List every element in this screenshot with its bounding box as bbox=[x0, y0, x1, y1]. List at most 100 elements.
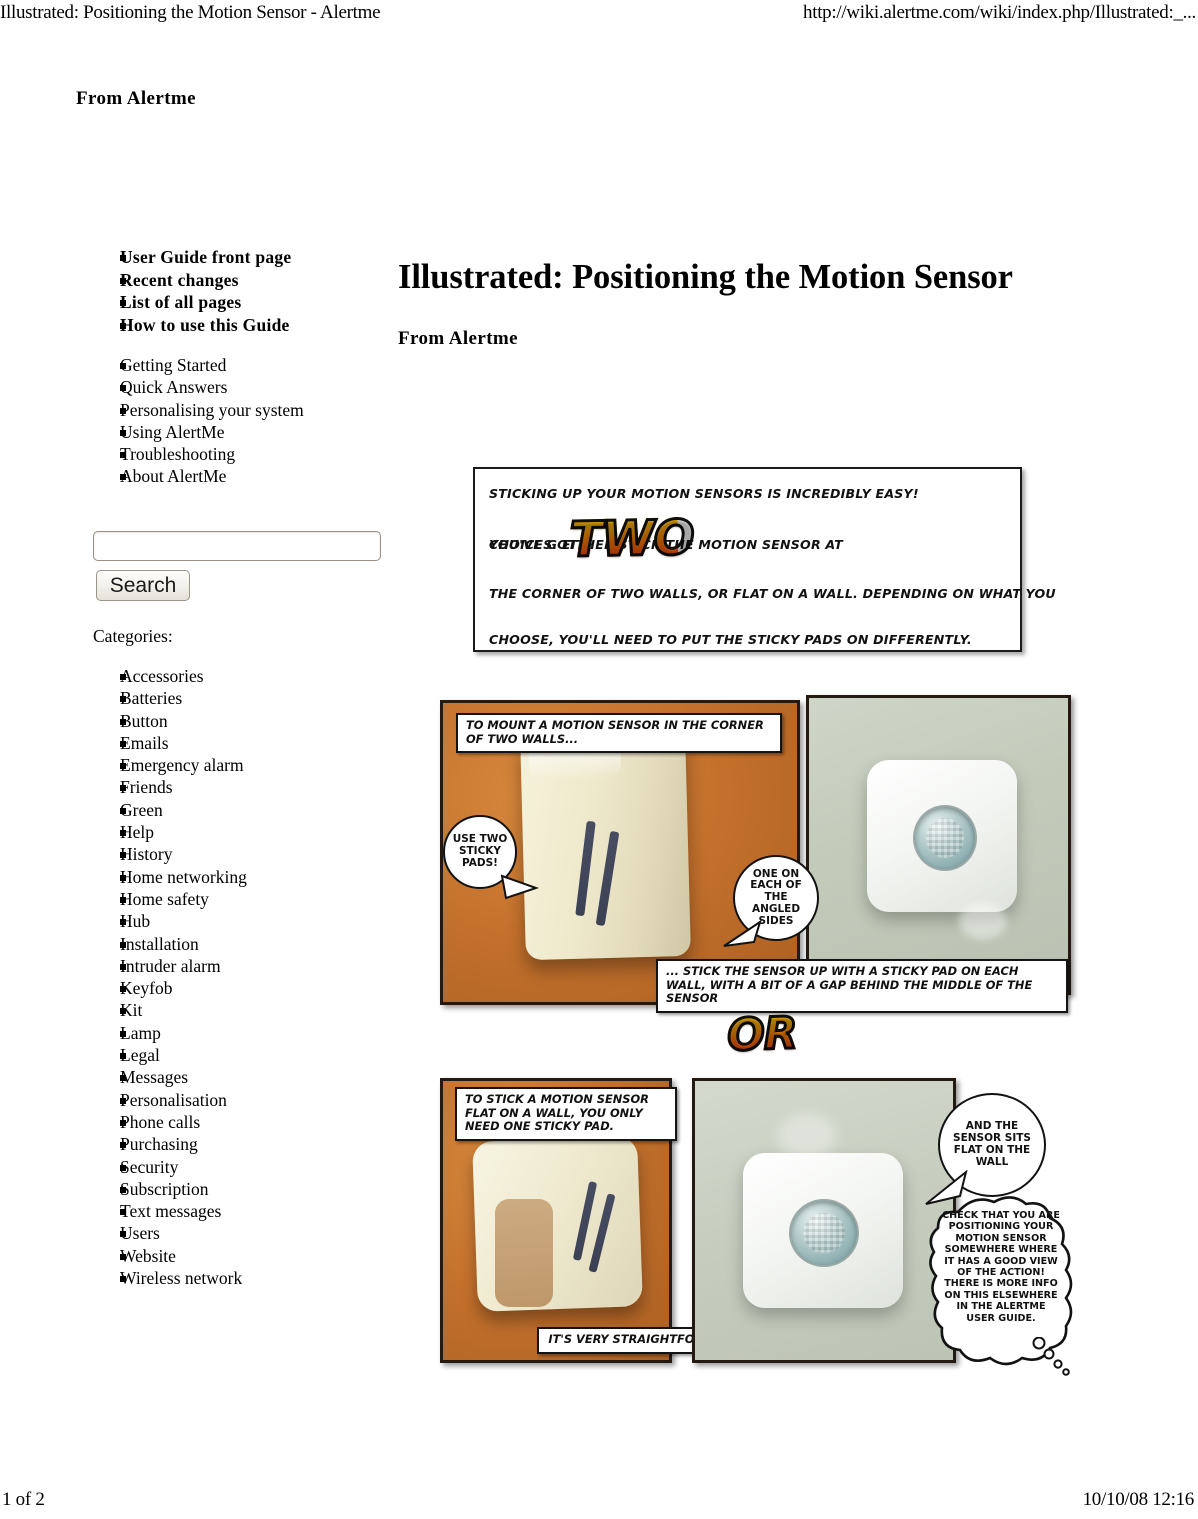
category-label: Personalisation bbox=[120, 1089, 227, 1110]
category-label: Users bbox=[120, 1223, 160, 1244]
list-item[interactable]: Installation bbox=[92, 933, 392, 955]
list-item[interactable]: Emergency alarm bbox=[92, 754, 392, 776]
comic-intro-panel: STICKING UP YOUR MOTION SENSORS IS INCRE… bbox=[473, 467, 1056, 652]
thought-bubble-dots bbox=[1032, 1337, 1070, 1376]
sidebar-item-about-alertme[interactable]: About AlertMe bbox=[92, 465, 392, 487]
print-footer-page: 1 of 2 bbox=[2, 1489, 45, 1510]
bubble-text: ONE ON EACH OF THE ANGLED SIDES bbox=[750, 867, 802, 927]
list-item[interactable]: Hub bbox=[92, 910, 392, 932]
sidebar-item-troubleshooting[interactable]: Troubleshooting bbox=[92, 443, 392, 465]
category-label: Help bbox=[120, 822, 155, 843]
list-item[interactable]: Intruder alarm bbox=[92, 955, 392, 977]
print-header: Illustrated: Positioning the Motion Sens… bbox=[0, 2, 1198, 24]
list-item[interactable]: Legal bbox=[92, 1044, 392, 1066]
print-footer-timestamp: 10/10/08 12:16 bbox=[1082, 1489, 1195, 1510]
list-item[interactable]: Personalisation bbox=[92, 1089, 392, 1111]
sidebar-item-using-alertme[interactable]: Using AlertMe bbox=[92, 421, 392, 443]
category-label: Phone calls bbox=[120, 1111, 201, 1132]
comic-intro-line-1: STICKING UP YOUR MOTION SENSORS IS INCRE… bbox=[489, 486, 919, 501]
list-item[interactable]: Home networking bbox=[92, 866, 392, 888]
search-input[interactable] bbox=[94, 532, 380, 560]
bubble-text: CHECK THAT YOU ARE POSITIONING YOUR MOTI… bbox=[942, 1210, 1060, 1324]
category-label: Green bbox=[120, 799, 163, 820]
list-item[interactable]: Wireless network bbox=[92, 1267, 392, 1289]
list-item[interactable]: Batteries bbox=[92, 687, 392, 709]
category-label: History bbox=[120, 844, 173, 865]
category-label: Intruder alarm bbox=[120, 955, 221, 976]
list-item[interactable]: Home safety bbox=[92, 888, 392, 910]
sidebar-item-label: Quick Answers bbox=[120, 377, 228, 398]
categories-label: Categories: bbox=[93, 626, 173, 646]
list-item[interactable]: History bbox=[92, 843, 392, 865]
sidebar-item-getting-started[interactable]: Getting Started bbox=[92, 354, 392, 376]
list-item[interactable]: Emails bbox=[92, 732, 392, 754]
sidebar-primary-nav: User Guide front page Recent changes Lis… bbox=[92, 246, 392, 336]
search-input-wrapper[interactable] bbox=[93, 531, 381, 561]
category-label: Messages bbox=[120, 1067, 189, 1088]
sidebar-item-recent-changes[interactable]: Recent changes bbox=[92, 269, 392, 292]
list-item[interactable]: Green bbox=[92, 799, 392, 821]
category-label: Lamp bbox=[120, 1022, 161, 1043]
print-header-title: Illustrated: Positioning the Motion Sens… bbox=[0, 2, 381, 23]
comic-intro-line-3: THE CORNER OF TWO WALLS, OR FLAT ON A WA… bbox=[489, 586, 1056, 601]
sidebar-item-personalising-your-system[interactable]: Personalising your system bbox=[92, 399, 392, 421]
sidebar-item-label: Using AlertMe bbox=[120, 421, 225, 442]
corner-caption-bottom: ... STICK THE SENSOR UP WITH A STICKY PA… bbox=[656, 959, 1068, 1013]
sticky-pad-patch bbox=[495, 1199, 553, 1307]
motion-sensor-corner-mount-image bbox=[520, 730, 691, 961]
list-item[interactable]: Accessories bbox=[92, 665, 392, 687]
sidebar-item-label: Getting Started bbox=[120, 355, 227, 375]
sensor-lens-icon bbox=[789, 1199, 859, 1267]
category-label: Keyfob bbox=[120, 978, 173, 999]
category-label: Accessories bbox=[120, 666, 204, 686]
sidebar-item-user-guide-front-page[interactable]: User Guide front page bbox=[92, 246, 392, 269]
list-item[interactable]: Button bbox=[92, 710, 392, 732]
list-item[interactable]: Friends bbox=[92, 776, 392, 798]
category-label: Security bbox=[120, 1156, 179, 1177]
corner-photo-panel-right bbox=[806, 695, 1071, 995]
list-item[interactable]: Purchasing bbox=[92, 1133, 392, 1155]
category-label: Text messages bbox=[120, 1201, 222, 1222]
list-item[interactable]: Text messages bbox=[92, 1200, 392, 1222]
sidebar-item-label: List of all pages bbox=[120, 292, 242, 312]
sidebar-item-label: How to use this Guide bbox=[120, 314, 290, 335]
category-label: Kit bbox=[120, 1000, 143, 1021]
list-item[interactable]: Help bbox=[92, 821, 392, 843]
list-item[interactable]: Users bbox=[92, 1222, 392, 1244]
category-label: Home networking bbox=[120, 866, 247, 887]
category-label: Legal bbox=[120, 1045, 160, 1066]
sidebar-item-how-to-use-this-guide[interactable]: How to use this Guide bbox=[92, 314, 392, 337]
category-label: Purchasing bbox=[120, 1134, 198, 1155]
list-item[interactable]: Subscription bbox=[92, 1178, 392, 1200]
sidebar-item-quick-answers[interactable]: Quick Answers bbox=[92, 376, 392, 398]
corner-bubble-right-tail bbox=[723, 920, 762, 947]
category-label: Subscription bbox=[120, 1178, 209, 1199]
two-burst-graphic: TWO bbox=[568, 507, 695, 571]
flat-photo-panel-right bbox=[692, 1078, 956, 1363]
category-label: Friends bbox=[120, 777, 173, 798]
list-item[interactable]: Messages bbox=[92, 1066, 392, 1088]
sidebar-secondary-nav: Getting Started Quick Answers Personalis… bbox=[92, 354, 392, 488]
list-item[interactable]: Kit bbox=[92, 999, 392, 1021]
categories-list: Accessories Batteries Button Emails Emer… bbox=[92, 665, 392, 1289]
search-button[interactable]: Search bbox=[96, 570, 190, 601]
list-item[interactable]: Lamp bbox=[92, 1022, 392, 1044]
sidebar: User Guide front page Recent changes Lis… bbox=[92, 246, 392, 488]
print-footer: 1 of 2 10/10/08 12:16 bbox=[0, 1489, 1198, 1511]
flat-caption-top: TO STICK A MOTION SENSOR FLAT ON A WALL,… bbox=[455, 1087, 677, 1141]
corner-caption-top: TO MOUNT A MOTION SENSOR IN THE CORNER O… bbox=[456, 713, 782, 754]
list-item[interactable]: Keyfob bbox=[92, 977, 392, 999]
sidebar-item-label: Troubleshooting bbox=[120, 444, 236, 465]
or-burst-graphic: OR bbox=[707, 1006, 817, 1064]
list-item[interactable]: Phone calls bbox=[92, 1111, 392, 1133]
sidebar-item-list-of-all-pages[interactable]: List of all pages bbox=[92, 291, 392, 314]
category-label: Emails bbox=[120, 732, 169, 753]
list-item[interactable]: Website bbox=[92, 1245, 392, 1267]
print-header-url: http://wiki.alertme.com/wiki/index.php/I… bbox=[803, 2, 1196, 23]
list-item[interactable]: Security bbox=[92, 1156, 392, 1178]
sidebar-item-label: User Guide front page bbox=[120, 247, 292, 267]
category-label: Installation bbox=[120, 933, 199, 954]
category-label: Wireless network bbox=[120, 1268, 243, 1289]
category-label: Button bbox=[120, 710, 168, 731]
corner-bubble-left-tail bbox=[500, 874, 540, 900]
